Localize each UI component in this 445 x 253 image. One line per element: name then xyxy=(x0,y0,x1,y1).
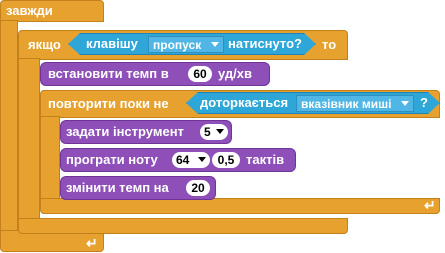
key-dropdown[interactable]: пропуск xyxy=(148,36,224,53)
instrument-dropdown[interactable]: 5 xyxy=(200,124,228,140)
if-label: якщо xyxy=(28,37,61,52)
key-dropdown-value: пропуск xyxy=(153,38,202,52)
repeat-until-foot xyxy=(40,198,440,214)
change-tempo-input[interactable]: 20 xyxy=(186,180,210,196)
touching-dropdown[interactable]: вказівник миші xyxy=(296,95,414,112)
pressed-label: натиснуто? xyxy=(228,36,302,51)
forever-block-arm xyxy=(0,20,18,232)
forever-label: завжди xyxy=(6,3,53,18)
touching-question: ? xyxy=(420,95,428,110)
loop-arrow-icon-inner: ↵ xyxy=(424,197,436,213)
beats-unit: тактів xyxy=(246,152,285,167)
repeat-until-arm xyxy=(40,116,60,206)
note-value: 64 xyxy=(176,153,190,167)
repeat-until-label: повторити поки не xyxy=(48,96,169,111)
if-block-arm xyxy=(18,58,40,222)
chevron-down-icon xyxy=(211,42,219,47)
set-instrument-label: задати інструмент xyxy=(66,124,184,139)
then-label: то xyxy=(322,37,337,52)
set-tempo-input[interactable]: 60 xyxy=(188,66,212,82)
loop-arrow-icon: ↵ xyxy=(86,235,98,251)
if-block-foot xyxy=(18,218,348,234)
key-label: клавішу xyxy=(86,36,138,51)
set-tempo-unit: уд/хв xyxy=(218,66,252,81)
beats-input[interactable]: 0,5 xyxy=(212,152,240,168)
chevron-down-icon xyxy=(216,129,224,134)
chevron-down-icon xyxy=(401,101,409,106)
instrument-value: 5 xyxy=(204,125,211,139)
touching-label: доторкається xyxy=(200,95,289,110)
note-dropdown[interactable]: 64 xyxy=(172,152,210,168)
touching-dropdown-value: вказівник миші xyxy=(301,97,392,111)
set-tempo-label: встановити темп в xyxy=(48,66,169,81)
play-note-label: програти ноту xyxy=(66,152,158,167)
chevron-down-icon xyxy=(198,157,206,162)
change-tempo-label: змінити темп на xyxy=(66,180,169,195)
